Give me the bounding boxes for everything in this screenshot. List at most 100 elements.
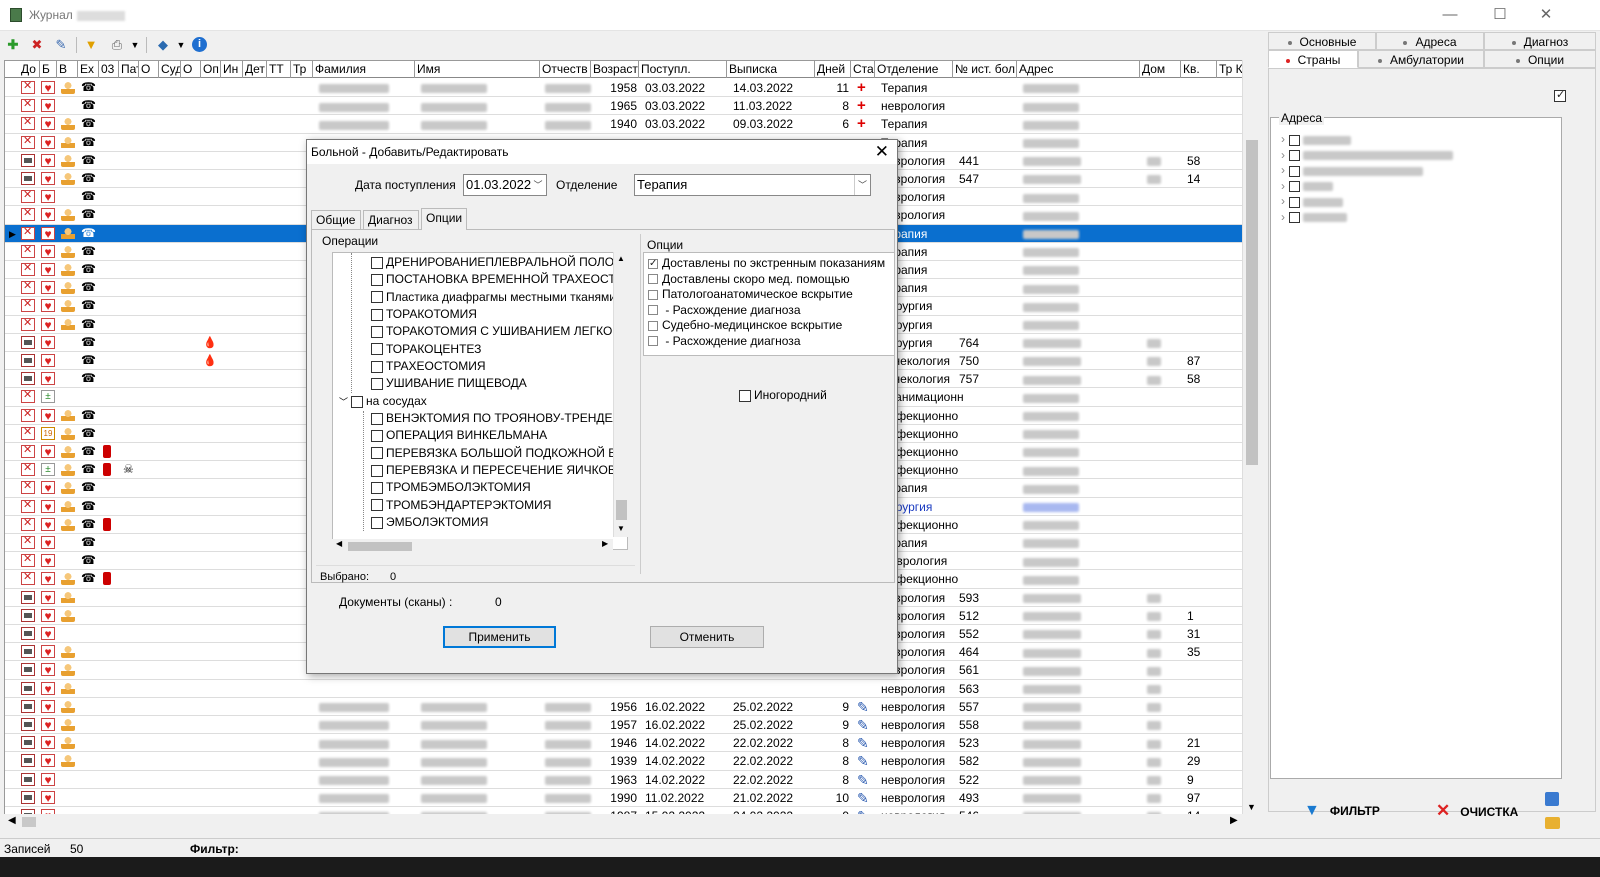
column-header[interactable]: До [19, 61, 40, 78]
column-header[interactable]: Ex [78, 61, 99, 78]
column-header[interactable]: Дней [815, 61, 851, 78]
column-header[interactable]: Ста [851, 61, 875, 78]
operations-tree[interactable]: ДРЕНИРОВАНИЕПЛЕВРАЛЬНОЙ ПОЛОСТИ ПОСТАНОВК… [332, 252, 628, 550]
column-header[interactable]: 03 [99, 61, 119, 78]
option-checkbox[interactable]: Судебно-медицинское вскрытие [648, 318, 842, 333]
vessel-operation-item[interactable]: ЭМБОЛЭКТОМИЯ [371, 515, 488, 532]
scroll-down-icon[interactable]: ▼ [1247, 802, 1256, 812]
dialog-close-icon[interactable]: ✕ [875, 141, 889, 163]
address-tree-item[interactable]: › [1281, 210, 1347, 224]
column-header[interactable]: В [57, 61, 78, 78]
scroll-right-icon[interactable]: ▶ [1230, 815, 1238, 826]
country-all-checkbox[interactable] [1554, 88, 1566, 102]
column-header[interactable]: ТТ [267, 61, 291, 78]
column-header[interactable]: Ин [221, 61, 243, 78]
table-row[interactable]: ♥ ☎ 1965 03.03.2022 11.03.2022 8 + неврология [5, 97, 1259, 116]
column-header[interactable]: Б [40, 61, 57, 78]
address-tree-item[interactable]: › [1281, 132, 1351, 146]
tab-general[interactable]: Общие [311, 210, 361, 230]
option-checkbox[interactable]: - Расхождение диагноза [648, 303, 801, 318]
cancel-button[interactable]: Отменить [650, 626, 764, 648]
info-icon[interactable]: i [192, 37, 207, 52]
column-header[interactable]: Выписка [727, 61, 815, 78]
column-header[interactable]: О [139, 61, 159, 78]
operation-item[interactable]: Пластика диафрагмы местными тканями [371, 290, 616, 307]
table-row[interactable]: ♥ ☎ 1958 03.03.2022 14.03.2022 11 + Терапия [5, 79, 1259, 98]
address-tree-item[interactable]: › [1281, 148, 1453, 162]
vessel-operation-item[interactable]: ПЕРЕВЯЗКА БОЛЬШОЙ ПОДКОЖНОЙ ВЕН [371, 446, 627, 463]
option-checkbox[interactable]: Патологоанатомическое вскрытие [648, 287, 853, 302]
column-header[interactable]: Отчеств [540, 61, 591, 78]
tab-clinics[interactable]: Амбулатории [1358, 50, 1484, 68]
column-header[interactable]: Кв. [1181, 61, 1217, 78]
clear-button[interactable]: ✕ ОЧИСТКА [1436, 796, 1518, 826]
tab-options[interactable]: Опции [1484, 50, 1596, 68]
vessels-group-node[interactable]: ﹀ на сосудах [339, 394, 427, 411]
column-header[interactable]: Имя [415, 61, 540, 78]
apply-button[interactable]: Применить [443, 626, 556, 648]
book-icon[interactable]: ◆ [154, 36, 172, 54]
column-header[interactable]: Адрес [1017, 61, 1140, 78]
book-dropdown-icon[interactable]: ▼ [172, 36, 190, 54]
nonresident-checkbox[interactable]: Иногородний [739, 388, 827, 402]
column-header[interactable]: О [181, 61, 201, 78]
tab-dialog-options[interactable]: Опции [421, 208, 467, 230]
vessel-operation-item[interactable]: ТРОМБЭНДАРТЕРЭКТОМИЯ [371, 498, 551, 515]
option-checkbox[interactable]: Доставлены по экстренным показаниям [648, 256, 885, 271]
column-header[interactable]: Отделение [875, 61, 953, 78]
delete-record-icon[interactable]: ✖ [28, 36, 46, 54]
address-tree-item[interactable]: › [1281, 194, 1343, 208]
admission-date-picker[interactable]: 01.03.2022 ﹀ [463, 174, 547, 196]
column-header[interactable]: Фамилия [313, 61, 415, 78]
edit-record-icon[interactable]: ✎ [52, 36, 70, 54]
tab-dialog-diagnosis[interactable]: Диагноз [363, 210, 419, 230]
operation-item[interactable]: УШИВАНИЕ ПИЩЕВОДА [371, 376, 527, 393]
column-header[interactable]: Оп [201, 61, 221, 78]
folder-icon[interactable] [1545, 817, 1560, 829]
vessel-operation-item[interactable]: ВЕНЭКТОМИЯ ПО ТРОЯНОВУ-ТРЕНДЕЛЕМ [371, 411, 627, 428]
column-header[interactable]: Пат [119, 61, 139, 78]
table-row[interactable]: ♥ 1990 11.02.2022 21.02.2022 10 ✎ неврология 49… [5, 789, 1259, 807]
table-row[interactable]: ♥ 1946 14.02.2022 22.02.2022 8 ✎ неврология 523… [5, 734, 1259, 753]
add-record-icon[interactable]: ✚ [4, 36, 22, 54]
grid-horizontal-scrollbar[interactable]: ◀ ▶ [4, 814, 1244, 830]
column-header[interactable]: № ист. бол [953, 61, 1017, 78]
operation-item[interactable]: ТОРАКОТОМИЯ С УШИВАНИЕМ ЛЕГКОГО [371, 324, 627, 341]
table-row[interactable]: ♥ 1939 14.02.2022 22.02.2022 8 ✎ неврология 582… [5, 752, 1259, 771]
tab-countries[interactable]: Страны [1268, 50, 1358, 68]
vessel-operation-item[interactable]: ТРОМБЭМБОЛЭКТОМИЯ [371, 480, 531, 497]
maximize-button[interactable]: ☐ [1489, 5, 1511, 25]
table-row[interactable]: ♥ ☎ 1940 03.03.2022 09.03.2022 6 + Терапия [5, 115, 1259, 134]
column-header[interactable]: Тр [291, 61, 313, 78]
operation-item[interactable]: ТОРАКОТОМИЯ [371, 307, 477, 324]
close-window-button[interactable]: ✕ [1535, 5, 1557, 25]
tab-diagnosis[interactable]: Диагноз [1484, 32, 1596, 50]
column-header[interactable]: Дом [1140, 61, 1181, 78]
operations-scrollbar[interactable]: ▲ ▼ [613, 252, 628, 537]
vessel-operation-item[interactable]: ПЕРЕВЯЗКА И ПЕРЕСЕЧЕНИЕ ЯИЧКОВОЙ В [371, 463, 627, 480]
operations-hscrollbar[interactable]: ◀ ▶ [332, 539, 613, 553]
operation-item[interactable]: ТРАХЕОСТОМИЯ [371, 359, 486, 376]
table-row[interactable]: ♥ неврология 563 [5, 680, 1259, 698]
address-tree-item[interactable]: › [1281, 179, 1333, 193]
operation-item[interactable]: ПОСТАНОВКА ВРЕМЕННОЙ ТРАХЕОСТОМ [371, 272, 627, 289]
tab-addresses[interactable]: Адреса [1376, 32, 1484, 50]
minimize-button[interactable]: — [1439, 5, 1461, 25]
column-header[interactable]: Возраст [591, 61, 639, 78]
department-select[interactable]: Терапия ﹀ [634, 174, 871, 196]
grid-vertical-scrollbar[interactable]: ▼ [1242, 60, 1260, 824]
column-header[interactable]: Суд [159, 61, 181, 78]
option-checkbox[interactable]: - Расхождение диагноза [648, 334, 801, 349]
vessel-operation-item[interactable]: ОПЕРАЦИЯ ВИНКЕЛЬМАНА [371, 428, 547, 445]
save-icon[interactable] [1545, 792, 1559, 806]
table-row[interactable]: ♥ 1957 16.02.2022 25.02.2022 9 ✎ неврология 558 [5, 716, 1259, 735]
scroll-left-icon[interactable]: ◀ [8, 815, 16, 826]
column-header[interactable]: Дет [243, 61, 267, 78]
tab-basic[interactable]: Основные [1268, 32, 1376, 50]
column-header[interactable]: Поступл. [639, 61, 727, 78]
print-icon[interactable]: ⎙ [108, 36, 126, 54]
filter-icon[interactable]: ▼ [82, 36, 100, 54]
table-row[interactable]: ♥ 1956 16.02.2022 25.02.2022 9 ✎ неврология 557 [5, 698, 1259, 716]
address-tree-item[interactable]: › [1281, 163, 1423, 177]
operation-item[interactable]: ТОРАКОЦЕНТЕЗ [371, 342, 481, 359]
